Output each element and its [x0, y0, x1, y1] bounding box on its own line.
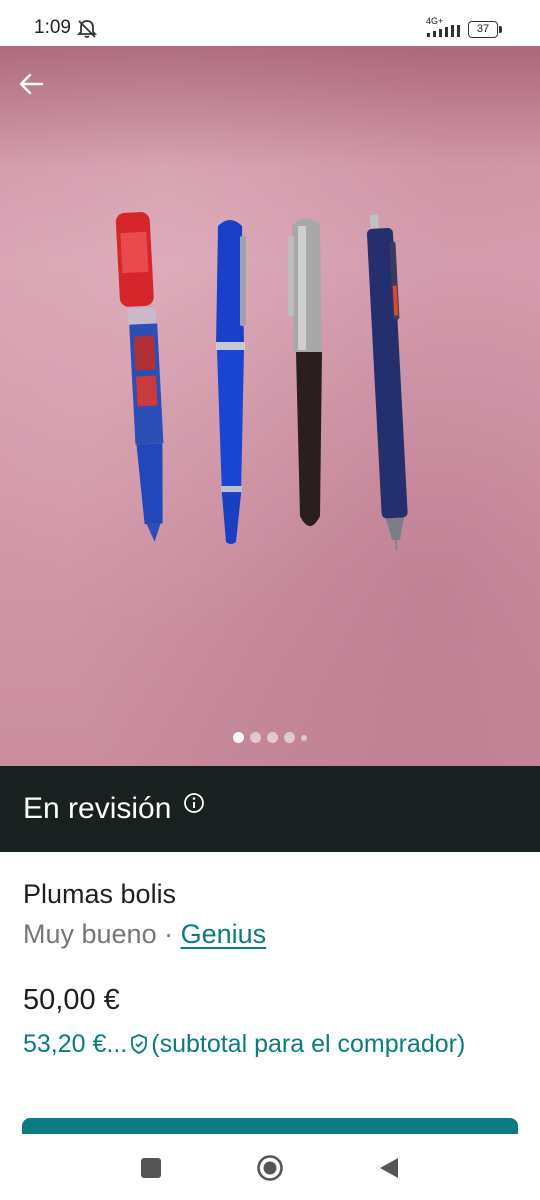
item-details: Plumas bolis Muy bueno · Genius 50,00 € … — [23, 876, 523, 1062]
brand-link[interactable]: Genius — [181, 919, 267, 949]
status-bar: 1:09 4G+ 37 — [0, 0, 540, 46]
pen-navy-pencil — [366, 214, 408, 551]
item-price: 50,00 € — [23, 984, 120, 1016]
pen-silver-black — [288, 218, 322, 526]
item-title: Plumas bolis — [23, 879, 177, 909]
signal-icon: 4G+ — [426, 16, 466, 40]
review-status-text: En revisión — [23, 792, 172, 825]
item-condition: Muy bueno — [23, 919, 157, 949]
pagination-dot[interactable] — [250, 732, 261, 743]
item-photo[interactable] — [0, 46, 540, 766]
review-status-banner: En revisión — [0, 766, 540, 852]
pagination-dot[interactable] — [301, 735, 307, 741]
battery-icon: 37 — [468, 21, 502, 38]
gallery-pagination — [0, 732, 540, 743]
arrow-left-icon — [19, 73, 44, 95]
item-meta: Muy bueno · Genius — [23, 914, 523, 954]
status-time: 1:09 — [34, 17, 71, 38]
back-button[interactable] — [14, 66, 50, 102]
pens-image — [115, 212, 408, 551]
meta-separator: · — [156, 919, 181, 949]
pen-blue — [216, 220, 246, 544]
system-nav-bar — [0, 1134, 540, 1200]
info-icon[interactable] — [183, 792, 205, 814]
pen-barca — [115, 212, 164, 542]
back-triangle-icon[interactable] — [378, 1156, 400, 1180]
buyer-price: 53,20 €... — [23, 1030, 128, 1058]
pagination-dot[interactable] — [284, 732, 295, 743]
home-circle-icon[interactable] — [256, 1154, 284, 1182]
buyer-price-note: (subtotal para el comprador) — [151, 1030, 466, 1058]
pagination-dot[interactable] — [267, 732, 278, 743]
shield-check-icon — [131, 1034, 148, 1054]
buyer-price-row[interactable]: 53,20 €... (subtotal para el comprador) — [23, 1026, 523, 1062]
pagination-dot[interactable] — [233, 732, 244, 743]
mute-icon — [76, 20, 98, 38]
battery-level: 37 — [468, 21, 498, 38]
recents-square-icon[interactable] — [141, 1158, 161, 1178]
